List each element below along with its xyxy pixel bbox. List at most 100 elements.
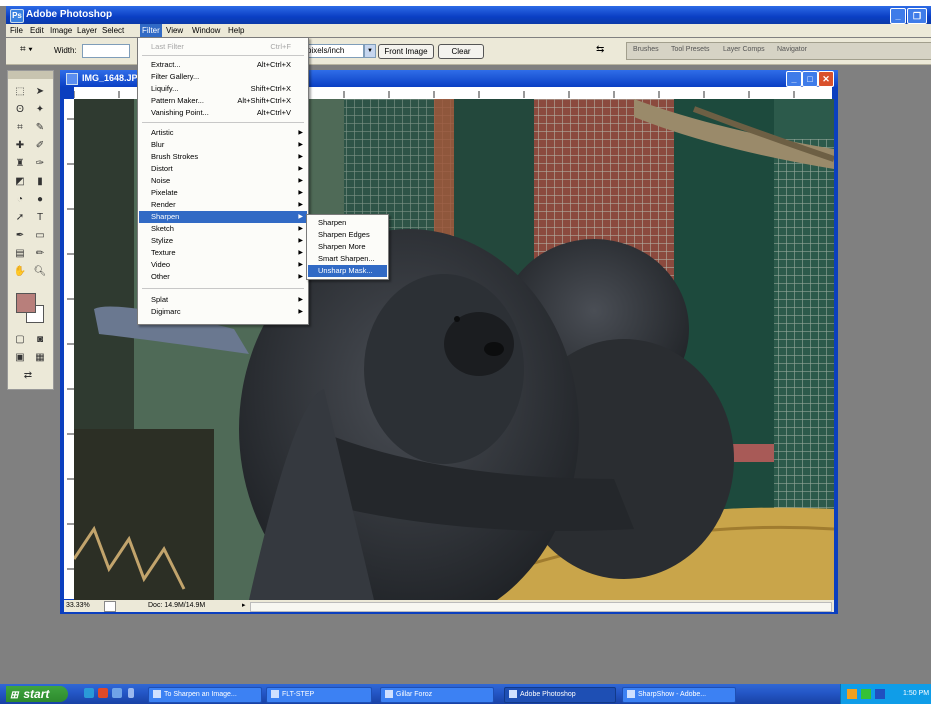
submenu-item-unsharp-mask[interactable]: Unsharp Mask... <box>308 265 387 277</box>
menu-file[interactable]: File <box>8 24 25 37</box>
submenu-item-sharpen-edges[interactable]: Sharpen Edges <box>308 229 387 241</box>
menu-item-render[interactable]: Render ▶ <box>139 199 307 211</box>
quick-mask-mode-icon[interactable]: ◙ <box>32 333 48 347</box>
taskbar-item-adobe-photoshop[interactable]: Adobe Photoshop <box>504 687 616 703</box>
start-button[interactable]: ⊞ start <box>6 686 68 702</box>
horizontal-scrollbar[interactable] <box>250 602 832 612</box>
foreground-color-swatch[interactable] <box>16 293 36 313</box>
move-tool-icon[interactable]: ➤ <box>32 85 48 99</box>
resolution-units-select[interactable]: pixels/inch <box>304 44 364 58</box>
palette-tab-layer-comps[interactable]: Layer Comps <box>723 46 765 53</box>
menu-help[interactable]: Help <box>226 24 246 37</box>
width-field[interactable] <box>82 44 130 58</box>
tray-icon-1[interactable] <box>847 689 857 699</box>
dodge-tool-icon[interactable]: ● <box>32 193 48 207</box>
chevron-down-icon[interactable]: ▼ <box>364 44 376 58</box>
palette-tab-tool-presets[interactable]: Tool Presets <box>671 46 710 53</box>
menu-item-noise[interactable]: Noise ▶ <box>139 175 307 187</box>
taskbar-item-gillar-foroz[interactable]: Gillar Foroz <box>380 687 494 703</box>
menu-item-artistic[interactable]: Artistic ▶ <box>139 127 307 139</box>
eraser-tool-icon[interactable]: ◩ <box>12 175 28 189</box>
menu-image[interactable]: Image <box>48 24 74 37</box>
menu-item-digimarc[interactable]: Digimarc ▶ <box>139 306 307 318</box>
screen-mode-icon[interactable]: ▣ <box>12 351 28 365</box>
palette-tab-navigator[interactable]: Navigator <box>777 46 807 53</box>
menu-edit[interactable]: Edit <box>28 24 46 37</box>
menu-item-other[interactable]: Other ▶ <box>139 271 307 283</box>
front-image-button[interactable]: Front Image <box>378 44 434 59</box>
tray-icon-2[interactable] <box>861 689 871 699</box>
status-menu-button[interactable] <box>104 601 116 612</box>
menu-item-splat[interactable]: Splat ▶ <box>139 294 307 306</box>
tray-icon-3[interactable] <box>875 689 885 699</box>
taskbar-item-flt-step[interactable]: FLT-STEP <box>266 687 372 703</box>
submenu-item-sharpen[interactable]: Sharpen <box>308 217 387 229</box>
menu-item-video[interactable]: Video ▶ <box>139 259 307 271</box>
submenu-arrow-icon: ▶ <box>298 274 303 280</box>
submenu-item-sharpen-more[interactable]: Sharpen More <box>308 241 387 253</box>
menu-select[interactable]: Select <box>100 24 126 37</box>
taskbar-item-sharpshow[interactable]: SharpShow - Adobe... <box>622 687 736 703</box>
eyedropper-tool-icon[interactable]: ✏ <box>32 247 48 261</box>
zoom-level[interactable]: 33.33% <box>66 600 90 612</box>
jump-to-imageready-icon[interactable]: ⇄ <box>20 369 36 383</box>
menu-item-vanishing-point[interactable]: Vanishing Point... Alt+Ctrl+V <box>139 107 307 119</box>
shape-tool-icon[interactable]: ▭ <box>32 229 48 243</box>
type-tool-icon[interactable]: T <box>32 211 48 225</box>
full-screen-mode-icon[interactable]: ▦ <box>32 351 48 365</box>
document-size: Doc: 14.9M/14.9M <box>148 602 206 609</box>
path-selection-tool-icon[interactable]: ➚ <box>12 211 28 225</box>
menu-item-pattern-maker[interactable]: Pattern Maker... Alt+Shift+Ctrl+X <box>139 95 307 107</box>
minimize-button[interactable]: _ <box>890 8 906 24</box>
pen-tool-icon[interactable]: ✒ <box>12 229 28 243</box>
menu-view[interactable]: View <box>164 24 185 37</box>
menu-separator <box>142 122 304 123</box>
crop-tool-icon[interactable]: ⌗ <box>12 121 28 135</box>
status-arrow-icon[interactable]: ▸ <box>242 600 246 612</box>
submenu-item-smart-sharpen[interactable]: Smart Sharpen... <box>308 253 387 265</box>
menu-item-sketch[interactable]: Sketch ▶ <box>139 223 307 235</box>
standard-mode-icon[interactable]: ▢ <box>12 333 28 347</box>
marquee-tool-icon[interactable]: ⬚ <box>12 85 28 99</box>
menu-item-filter-gallery[interactable]: Filter Gallery... <box>139 71 307 83</box>
crop-tool-icon[interactable]: ⌗ ▾ <box>20 44 33 55</box>
doc-close-button[interactable]: ✕ <box>818 71 834 87</box>
quicklaunch-browser-icon[interactable] <box>84 688 94 698</box>
quicklaunch-ie-icon[interactable] <box>112 688 122 698</box>
palette-tab-brushes[interactable]: Brushes <box>633 46 659 53</box>
doc-minimize-button[interactable]: _ <box>786 71 802 87</box>
menu-item-extract[interactable]: Extract... Alt+Ctrl+X <box>139 59 307 71</box>
lasso-tool-icon[interactable]: ʘ <box>12 103 28 117</box>
menu-item-last-filter[interactable]: Last Filter Ctrl+F <box>139 41 307 53</box>
magic-wand-tool-icon[interactable]: ✦ <box>32 103 48 117</box>
clone-stamp-tool-icon[interactable]: ♜ <box>12 157 28 171</box>
menu-item-blur[interactable]: Blur ▶ <box>139 139 307 151</box>
notes-tool-icon[interactable]: ▤ <box>12 247 28 261</box>
gradient-tool-icon[interactable]: ▮ <box>32 175 48 189</box>
healing-brush-tool-icon[interactable]: ✚ <box>12 139 28 153</box>
quicklaunch-media-icon[interactable] <box>98 688 108 698</box>
restore-button[interactable]: ❐ <box>907 8 927 24</box>
menu-item-brush-strokes[interactable]: Brush Strokes ▶ <box>139 151 307 163</box>
zoom-tool-icon[interactable]: 🔍︎ <box>32 265 48 279</box>
menu-window[interactable]: Window <box>190 24 222 37</box>
palette-toggle-icon[interactable]: ⇆ <box>596 44 604 55</box>
menu-item-distort[interactable]: Distort ▶ <box>139 163 307 175</box>
menu-layer[interactable]: Layer <box>75 24 99 37</box>
blur-tool-icon[interactable]: ◔ <box>12 193 28 207</box>
menu-item-liquify[interactable]: Liquify... Shift+Ctrl+X <box>139 83 307 95</box>
menu-item-pixelate[interactable]: Pixelate ▶ <box>139 187 307 199</box>
taskbar-item-to-sharpen[interactable]: To Sharpen an Image... <box>148 687 262 703</box>
menu-item-stylize[interactable]: Stylize ▶ <box>139 235 307 247</box>
quicklaunch-expand-icon[interactable] <box>128 688 134 698</box>
hand-tool-icon[interactable]: ✋ <box>12 265 28 279</box>
menu-filter[interactable]: Filter <box>140 24 162 37</box>
menu-item-sharpen[interactable]: Sharpen ▶ <box>139 211 307 223</box>
slice-tool-icon[interactable]: ✎ <box>32 121 48 135</box>
menu-item-texture[interactable]: Texture ▶ <box>139 247 307 259</box>
history-brush-tool-icon[interactable]: ✑ <box>32 157 48 171</box>
clear-button[interactable]: Clear <box>438 44 484 59</box>
toolbox-grip[interactable] <box>8 71 53 79</box>
brush-tool-icon[interactable]: ✐ <box>32 139 48 153</box>
doc-maximize-button[interactable]: □ <box>802 71 818 87</box>
